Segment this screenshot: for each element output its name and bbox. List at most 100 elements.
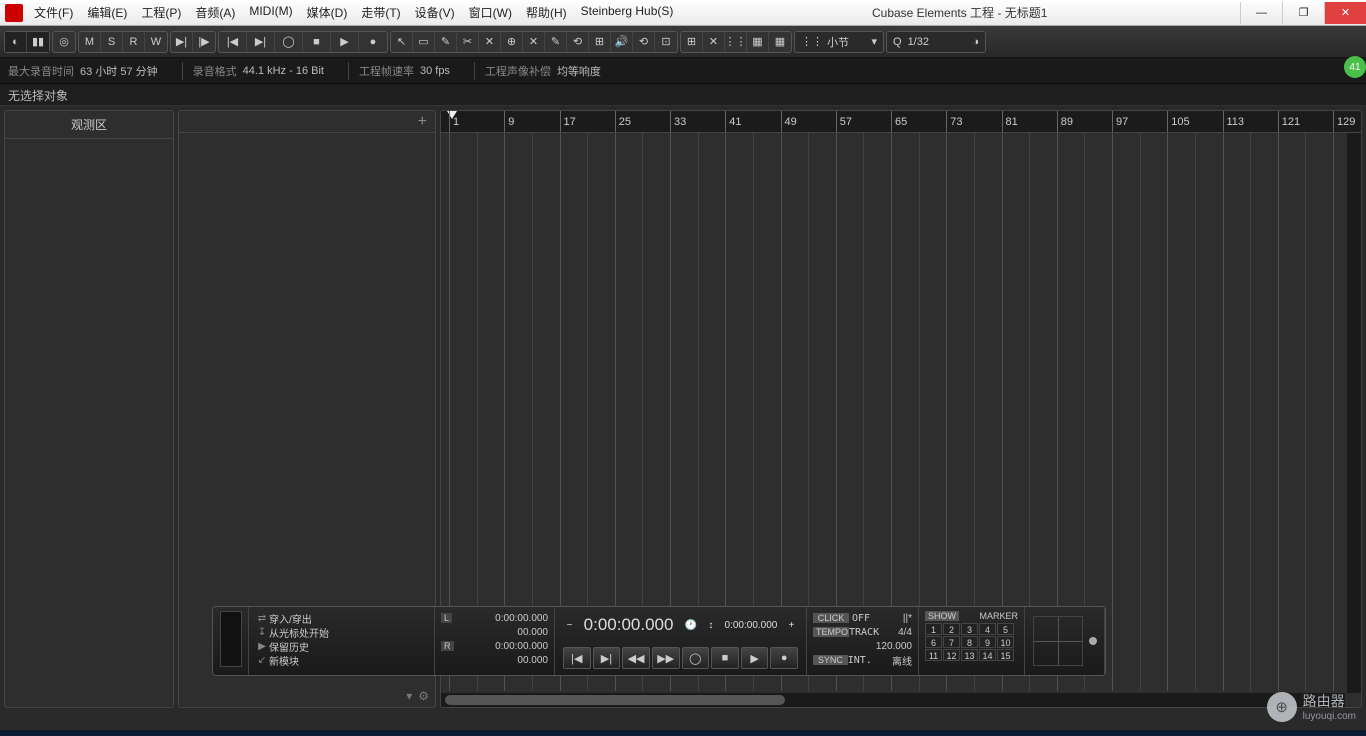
add-track-button[interactable]: + — [179, 111, 435, 133]
tool-11-icon[interactable]: ⟲ — [633, 32, 655, 52]
tp-btn-1[interactable]: ▶| — [593, 647, 621, 669]
tp-locator[interactable]: R0:00:00.000 — [441, 639, 548, 653]
menu-媒体[interactable]: 媒体(D) — [301, 2, 354, 23]
tb-transport-2[interactable]: ◯ — [275, 32, 303, 52]
grid-type-select[interactable]: ⋮⋮ 小节▾ — [794, 31, 884, 53]
s-button[interactable]: S — [101, 32, 123, 52]
snap-1-icon[interactable]: ✕ — [703, 32, 725, 52]
marker-11[interactable]: 11 — [925, 649, 942, 661]
m-button[interactable]: M — [79, 32, 101, 52]
marker-3[interactable]: 3 — [961, 623, 978, 635]
menu-Steinberg Hub[interactable]: Steinberg Hub(S) — [575, 2, 680, 23]
tool-9-icon[interactable]: ⊞ — [589, 32, 611, 52]
menu-编辑[interactable]: 编辑(E) — [81, 2, 133, 23]
marker-8[interactable]: 8 — [961, 636, 978, 648]
marker-12[interactable]: 12 — [943, 649, 960, 661]
tp-locator[interactable]: 00.000 — [441, 625, 548, 639]
tp-setting[interactable]: CLICKOFF||* — [813, 611, 912, 625]
secondary-time[interactable]: 0:00:00.000 — [725, 620, 778, 631]
tool-2-icon[interactable]: ✎ — [435, 32, 457, 52]
tp-setting[interactable]: SYNCINT.离线 — [813, 653, 912, 667]
marker-13[interactable]: 13 — [961, 649, 978, 661]
marker-9[interactable]: 9 — [979, 636, 996, 648]
marker-1[interactable]: 1 — [925, 623, 942, 635]
tp-mode-item[interactable]: ↙新模块 — [255, 653, 428, 667]
hscrollbar[interactable] — [441, 693, 1345, 707]
snap-4-icon[interactable]: ▦ — [769, 32, 791, 52]
vscrollbar[interactable] — [1347, 133, 1361, 693]
panel-toggle2-icon[interactable]: ▮▮ — [27, 32, 49, 52]
r-button[interactable]: R — [123, 32, 145, 52]
marker-4[interactable]: 4 — [979, 623, 996, 635]
menu-窗口[interactable]: 窗口(W) — [463, 2, 518, 23]
tool-8-icon[interactable]: ⟲ — [567, 32, 589, 52]
snap-2-icon[interactable]: ⋮⋮ — [725, 32, 747, 52]
menu-文件[interactable]: 文件(F) — [28, 2, 79, 23]
marker-2[interactable]: 2 — [943, 623, 960, 635]
tb-transport-1[interactable]: ▶| — [247, 32, 275, 52]
tracklist-settings-icon[interactable]: ⚙ — [418, 689, 429, 703]
tool-3-icon[interactable]: ✂ — [457, 32, 479, 52]
panel-toggle-icon[interactable]: ◐ — [5, 32, 27, 52]
snap-3-icon[interactable]: ▦ — [747, 32, 769, 52]
tp-mode-item[interactable]: ▶保留历史 — [255, 639, 428, 653]
tp-btn-3[interactable]: ▶▶ — [652, 647, 680, 669]
tool-6-icon[interactable]: ✕ — [523, 32, 545, 52]
level-pad[interactable] — [1033, 616, 1083, 666]
swap-icon[interactable]: ↕ — [708, 620, 713, 631]
tp-btn-7[interactable]: ● — [770, 647, 798, 669]
tp-locator[interactable]: L0:00:00.000 — [441, 611, 548, 625]
close-button[interactable]: ✕ — [1324, 2, 1366, 24]
tp-setting[interactable]: 120.000 — [813, 639, 912, 653]
menu-走带[interactable]: 走带(T) — [355, 2, 406, 23]
tp-btn-4[interactable]: ◯ — [682, 647, 710, 669]
tb-transport-0[interactable]: |◀ — [219, 32, 247, 52]
tool-12-icon[interactable]: ⊡ — [655, 32, 677, 52]
constrain-icon[interactable]: ◎ — [53, 32, 75, 52]
nudge-left-icon[interactable]: − — [567, 620, 573, 631]
marker-7[interactable]: 7 — [943, 636, 960, 648]
menu-帮助[interactable]: 帮助(H) — [520, 2, 573, 23]
marker-5[interactable]: 5 — [997, 623, 1014, 635]
tool-4-icon[interactable]: ✕ — [479, 32, 501, 52]
tool-1-icon[interactable]: ▭ — [413, 32, 435, 52]
w-button[interactable]: W — [145, 32, 167, 52]
menu-音频[interactable]: 音频(A) — [189, 2, 241, 23]
marker-14[interactable]: 14 — [979, 649, 996, 661]
tb-transport-4[interactable]: ▶ — [331, 32, 359, 52]
nudge-right-icon[interactable]: + — [789, 620, 795, 631]
perf-badge[interactable]: 41 — [1344, 56, 1366, 78]
tool-7-icon[interactable]: ✎ — [545, 32, 567, 52]
tp-mode-item[interactable]: ↧从光标处开始 — [255, 625, 428, 639]
menu-工程[interactable]: 工程(P) — [135, 2, 187, 23]
tp-mode-item[interactable]: ⇄穿入/穿出 — [255, 611, 428, 625]
tp-locator[interactable]: 00.000 — [441, 653, 548, 667]
timeline-ruler[interactable]: 191725334149576573818997105113121129 — [441, 111, 1361, 133]
marker-15[interactable]: 15 — [997, 649, 1014, 661]
tp-btn-2[interactable]: ◀◀ — [622, 647, 650, 669]
quantize-select[interactable]: Q 1/32◑ — [886, 31, 986, 53]
tb-transport-5[interactable]: ● — [359, 32, 387, 52]
tp-btn-6[interactable]: ▶ — [741, 647, 769, 669]
hscroll-thumb[interactable] — [445, 695, 785, 705]
menu-设备[interactable]: 设备(V) — [409, 2, 461, 23]
minimize-button[interactable]: — — [1240, 2, 1282, 24]
tool-5-icon[interactable]: ⊕ — [501, 32, 523, 52]
maximize-button[interactable]: ❐ — [1282, 2, 1324, 24]
menu-MIDI[interactable]: MIDI(M) — [243, 2, 298, 23]
tp-btn-5[interactable]: ■ — [711, 647, 739, 669]
tool-10-icon[interactable]: 🔊 — [611, 32, 633, 52]
marker-10[interactable]: 10 — [997, 636, 1014, 648]
show-markers-button[interactable]: SHOW — [925, 611, 959, 621]
marker-6[interactable]: 6 — [925, 636, 942, 648]
auto-scroll-icon[interactable]: ▶| — [171, 32, 193, 52]
primary-time[interactable]: 0:00:00.000 — [584, 615, 674, 635]
snap-0-icon[interactable]: ⊞ — [681, 32, 703, 52]
tool-0-icon[interactable]: ↖ — [391, 32, 413, 52]
auto-scroll2-icon[interactable]: |▶ — [193, 32, 215, 52]
tp-btn-0[interactable]: |◀ — [563, 647, 591, 669]
clock-icon[interactable]: 🕐 — [685, 620, 697, 631]
level-knob[interactable] — [1089, 637, 1097, 645]
tp-setting[interactable]: TEMPOTRACK4/4 — [813, 625, 912, 639]
tb-transport-3[interactable]: ■ — [303, 32, 331, 52]
